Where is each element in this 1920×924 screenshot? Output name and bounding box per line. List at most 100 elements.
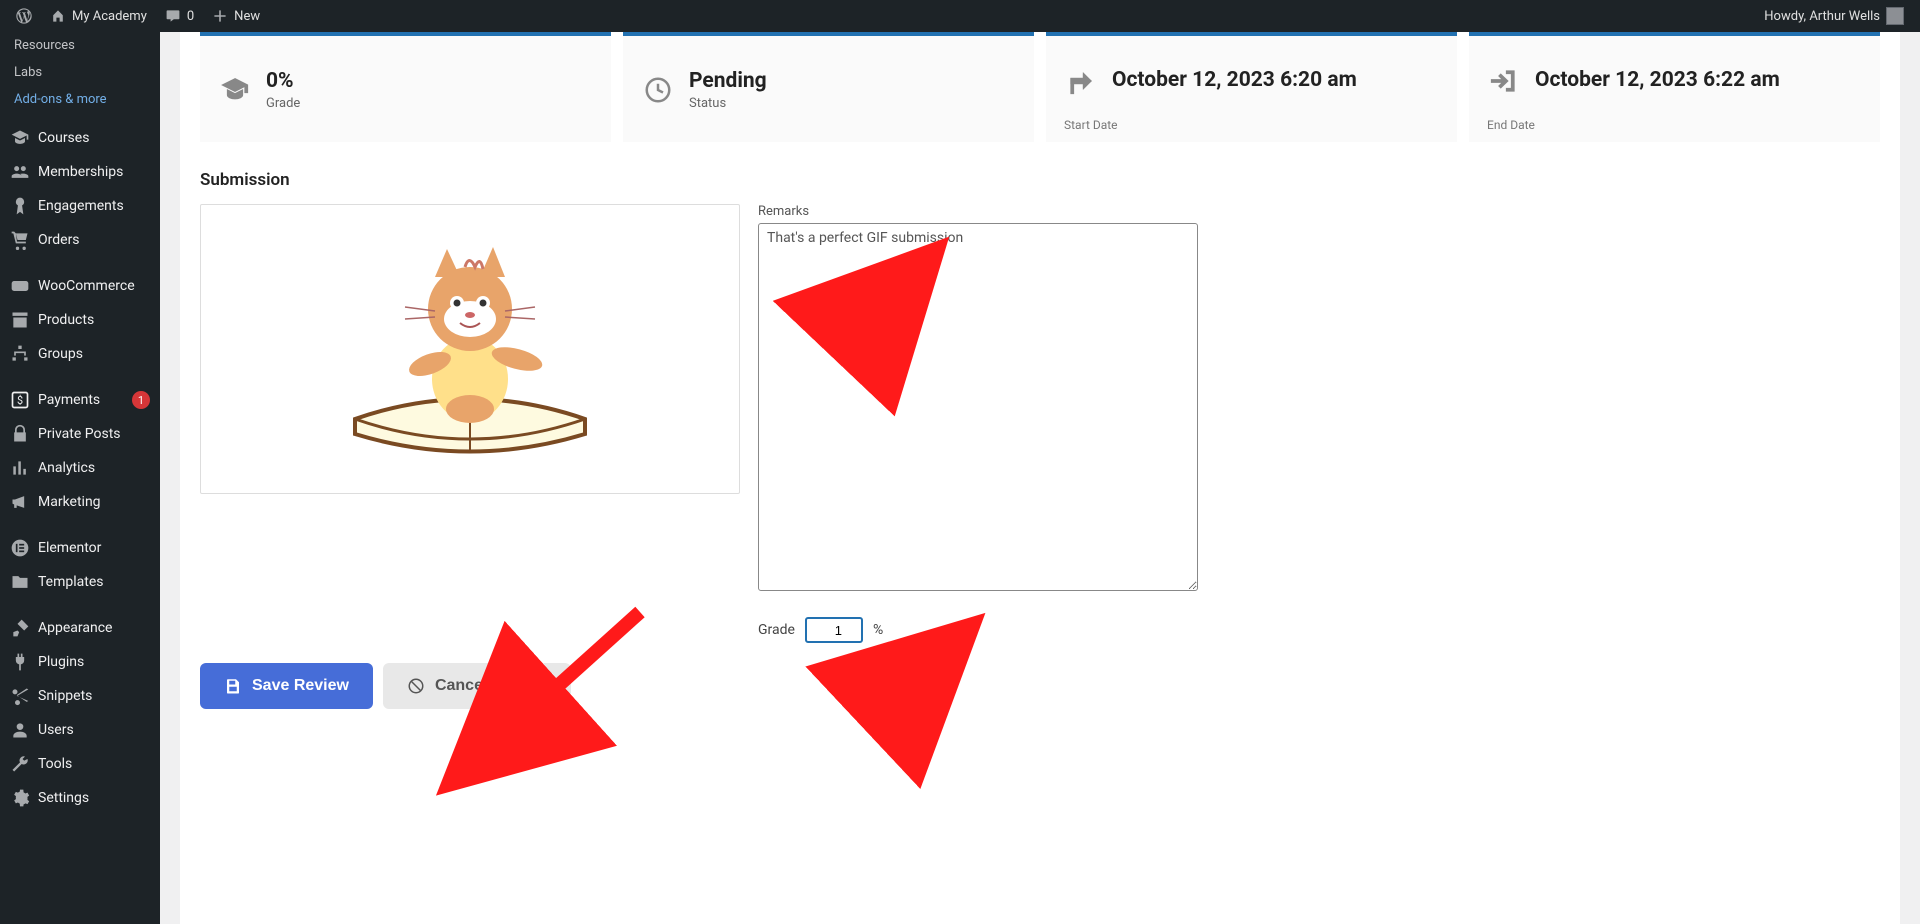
sidebar-item-tools[interactable]: Tools bbox=[0, 747, 160, 781]
comments-link[interactable]: 0 bbox=[157, 0, 202, 32]
submission-image bbox=[335, 219, 605, 479]
sidebar-item-label: Memberships bbox=[38, 164, 150, 180]
remarks-input[interactable] bbox=[758, 223, 1198, 591]
sitemap-icon bbox=[10, 344, 30, 364]
sidebar-item-label: WooCommerce bbox=[38, 278, 150, 294]
sidebar-item-label: Private Posts bbox=[38, 426, 150, 442]
end-icon bbox=[1487, 64, 1521, 98]
sidebar-item-label: Products bbox=[38, 312, 150, 328]
sidebar-item-label: Groups bbox=[38, 346, 150, 362]
svg-text:$: $ bbox=[17, 394, 23, 407]
start-icon bbox=[1064, 64, 1098, 98]
megaphone-icon bbox=[10, 492, 30, 512]
save-label: Save Review bbox=[252, 677, 349, 695]
brush-icon bbox=[10, 618, 30, 638]
save-review-button[interactable]: Save Review bbox=[200, 663, 373, 709]
content-area: 0% Grade Pending Status October 12, 20 bbox=[160, 32, 1920, 924]
sidebar-item-courses[interactable]: Courses bbox=[0, 121, 160, 155]
submission-preview bbox=[200, 204, 740, 494]
sidebar-item-label: Tools bbox=[38, 756, 150, 772]
comments-count: 0 bbox=[187, 9, 194, 24]
sidebar-item-memberships[interactable]: Memberships bbox=[0, 155, 160, 189]
sidebar-item-label: Snippets bbox=[38, 688, 150, 704]
grade-value: 0% bbox=[266, 69, 300, 94]
start-label: Start Date bbox=[1064, 118, 1118, 132]
woo-icon bbox=[10, 276, 30, 296]
sidebar-item-users[interactable]: Users bbox=[0, 713, 160, 747]
sidebar-subitem[interactable]: Add-ons & more bbox=[0, 86, 160, 113]
sidebar-item-label: Appearance bbox=[38, 620, 150, 636]
plug-icon bbox=[10, 652, 30, 672]
status-label: Status bbox=[689, 96, 767, 111]
site-link[interactable]: My Academy bbox=[42, 0, 155, 32]
howdy-text: Howdy, Arthur Wells bbox=[1764, 9, 1880, 24]
grade-icon bbox=[218, 73, 252, 107]
sidebar-item-orders[interactable]: Orders bbox=[0, 223, 160, 257]
cancel-icon bbox=[407, 677, 425, 695]
folder-icon bbox=[10, 572, 30, 592]
howdy-link[interactable]: Howdy, Arthur Wells bbox=[1756, 0, 1912, 32]
sidebar-item-engagements[interactable]: Engagements bbox=[0, 189, 160, 223]
sidebar-item-payments[interactable]: $ Payments 1 bbox=[0, 383, 160, 417]
sidebar-item-snippets[interactable]: Snippets bbox=[0, 679, 160, 713]
wp-logo[interactable] bbox=[8, 0, 40, 32]
site-name: My Academy bbox=[72, 9, 147, 24]
chart-icon bbox=[10, 458, 30, 478]
grade-label: Grade bbox=[266, 96, 300, 111]
sidebar-item-label: Analytics bbox=[38, 460, 150, 476]
elementor-icon bbox=[10, 538, 30, 558]
admin-bar: My Academy 0 New Howdy, Arthur Wells bbox=[0, 0, 1920, 32]
end-label: End Date bbox=[1487, 118, 1535, 132]
status-value: Pending bbox=[689, 69, 767, 94]
person-icon bbox=[10, 720, 30, 740]
gear-icon bbox=[10, 788, 30, 808]
sidebar-item-label: Templates bbox=[38, 574, 150, 590]
sidebar-subitem[interactable]: Resources bbox=[0, 32, 160, 59]
cart-icon bbox=[10, 230, 30, 250]
sidebar-item-analytics[interactable]: Analytics bbox=[0, 451, 160, 485]
save-icon bbox=[224, 677, 242, 695]
award-icon bbox=[10, 196, 30, 216]
sidebar-item-label: Plugins bbox=[38, 654, 150, 670]
sidebar-item-groups[interactable]: Groups bbox=[0, 337, 160, 371]
sidebar-item-elementor[interactable]: Elementor bbox=[0, 531, 160, 565]
archive-icon bbox=[10, 310, 30, 330]
sidebar-item-label: Payments bbox=[38, 392, 124, 408]
card-end-date: October 12, 2023 6:22 am End Date bbox=[1469, 32, 1880, 142]
avatar bbox=[1886, 7, 1904, 25]
sidebar-item-woocommerce[interactable]: WooCommerce bbox=[0, 269, 160, 303]
summary-cards: 0% Grade Pending Status October 12, 20 bbox=[200, 32, 1880, 142]
sidebar-item-label: Orders bbox=[38, 232, 150, 248]
sidebar-item-label: Engagements bbox=[38, 198, 150, 214]
sidebar-badge: 1 bbox=[132, 391, 150, 409]
users-icon bbox=[10, 162, 30, 182]
sidebar-item-templates[interactable]: Templates bbox=[0, 565, 160, 599]
sidebar-item-label: Settings bbox=[38, 790, 150, 806]
lock-icon bbox=[10, 424, 30, 444]
cancel-review-button[interactable]: Cancel Review bbox=[383, 663, 571, 709]
sidebar-item-plugins[interactable]: Plugins bbox=[0, 645, 160, 679]
sidebar-item-appearance[interactable]: Appearance bbox=[0, 611, 160, 645]
sidebar-item-label: Users bbox=[38, 722, 150, 738]
sidebar-item-marketing[interactable]: Marketing bbox=[0, 485, 160, 519]
card-start-date: October 12, 2023 6:20 am Start Date bbox=[1046, 32, 1457, 142]
scissors-icon bbox=[10, 686, 30, 706]
new-link[interactable]: New bbox=[204, 0, 268, 32]
card-status: Pending Status bbox=[623, 32, 1034, 142]
home-icon bbox=[50, 8, 66, 24]
grade-suffix: % bbox=[873, 622, 883, 638]
wordpress-icon bbox=[16, 8, 32, 24]
sidebar-item-settings[interactable]: Settings bbox=[0, 781, 160, 815]
sidebar-subitem[interactable]: Labs bbox=[0, 59, 160, 86]
sidebar-item-products[interactable]: Products bbox=[0, 303, 160, 337]
cap-icon bbox=[10, 128, 30, 148]
dollar-icon: $ bbox=[10, 390, 30, 410]
grade-input[interactable] bbox=[805, 617, 863, 643]
wrench-icon bbox=[10, 754, 30, 774]
admin-sidebar: ResourcesLabsAdd-ons & more Courses Member… bbox=[0, 32, 160, 924]
comment-icon bbox=[165, 8, 181, 24]
sidebar-item-label: Marketing bbox=[38, 494, 150, 510]
sidebar-item-private-posts[interactable]: Private Posts bbox=[0, 417, 160, 451]
plus-icon bbox=[212, 8, 228, 24]
section-title: Submission bbox=[200, 170, 1880, 190]
